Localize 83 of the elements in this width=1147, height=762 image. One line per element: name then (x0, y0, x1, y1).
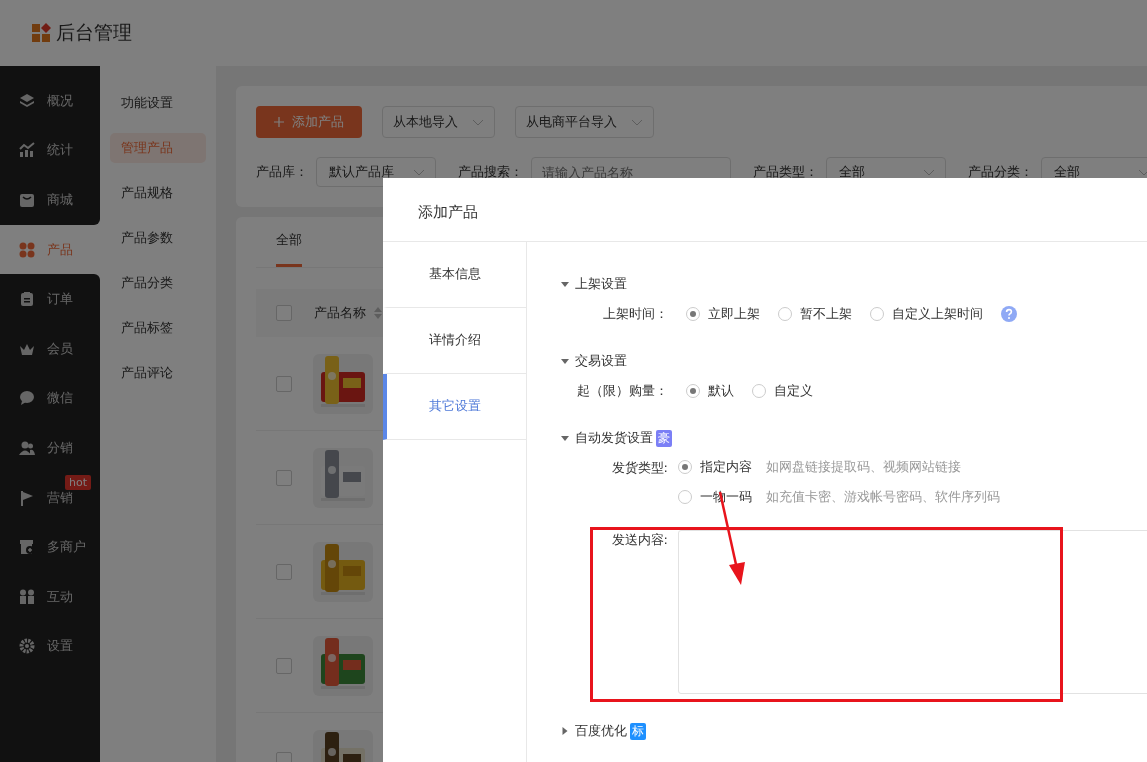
filter-label: 产品搜索： (458, 163, 523, 181)
radio-label: 暂不上架 (800, 305, 852, 323)
add-product-button[interactable]: 添加产品 (256, 106, 362, 138)
sidebar-item[interactable]: 设置 (0, 621, 100, 672)
field-label: 发送内容: (610, 531, 669, 549)
subnav-item[interactable]: 产品标签 (110, 313, 206, 343)
subnav-item[interactable]: 功能设置 (110, 88, 206, 118)
sidebar-item[interactable]: 分销 (0, 423, 100, 473)
chevron-down-icon (472, 118, 484, 126)
logo-icon (32, 23, 52, 43)
row-checkbox[interactable] (276, 375, 292, 392)
sidebar-item[interactable]: 商城 (0, 175, 100, 225)
import-dropdown[interactable]: 从本地导入 (382, 106, 495, 138)
filter-label: 产品类型： (753, 163, 818, 181)
collapse-caret-icon[interactable] (561, 435, 569, 441)
filter-label: 产品分类： (968, 163, 1033, 181)
radio-label: 立即上架 (708, 305, 760, 323)
row-checkbox[interactable] (276, 657, 292, 674)
sidebar-item[interactable]: 互动 (0, 571, 100, 622)
hot-badge: hot (65, 474, 91, 490)
chevron-down-icon (1138, 168, 1147, 176)
radio-option[interactable]: 默认 (686, 382, 734, 400)
tab[interactable]: 全部 (276, 217, 302, 267)
section-title[interactable]: 上架设置 (575, 275, 627, 293)
radio-label: 指定内容 (700, 458, 752, 476)
sidebar-item[interactable]: 概况 (0, 66, 100, 126)
collapse-caret-icon[interactable] (561, 358, 569, 364)
section-title[interactable]: 自动发货设置 (575, 429, 653, 447)
chevron-down-icon (413, 168, 425, 176)
chevron-down-icon (631, 118, 643, 126)
sidebar-item[interactable]: 统计 (0, 125, 100, 176)
expand-caret-icon[interactable] (561, 727, 569, 735)
subnav-item[interactable]: 产品参数 (110, 223, 206, 253)
radio-option[interactable]: 立即上架 (686, 305, 760, 323)
radio-option[interactable]: 自定义上架时间 (870, 305, 983, 323)
app-title: 后台管理 (56, 20, 132, 45)
radio-label: 自定义 (774, 382, 813, 400)
bag-icon (19, 192, 35, 208)
section-title[interactable]: 交易设置 (575, 352, 627, 370)
row-checkbox[interactable] (276, 563, 292, 580)
subnav-item[interactable]: 产品规格 (110, 178, 206, 208)
radio-option[interactable]: 自定义 (752, 382, 813, 400)
field-label: 发货类型: (610, 459, 669, 477)
grid-icon (19, 241, 35, 258)
radio-option[interactable]: 指定内容 (678, 458, 752, 476)
subnav-item[interactable]: 产品分类 (110, 268, 206, 298)
field-label: 上架时间： (602, 305, 669, 323)
sidebar-item[interactable]: 多商户 (0, 522, 100, 572)
sidebar-item[interactable]: hot 营销 (0, 472, 100, 523)
store-icon (19, 539, 35, 556)
dialog-nav-item[interactable]: 基本信息 (383, 242, 526, 308)
clipboard-icon (19, 291, 35, 308)
collapse-caret-icon[interactable] (561, 281, 569, 287)
gear-icon (19, 638, 35, 655)
radio-label: 自定义上架时间 (892, 305, 983, 323)
chevron-down-icon (923, 168, 935, 176)
option-hint: 如网盘链接提取码、视频网站链接 (766, 458, 961, 476)
chat-icon (19, 390, 35, 407)
plus-icon (274, 116, 284, 127)
sidebar-item[interactable]: 会员 (0, 323, 100, 374)
section-title[interactable]: 百度优化 (575, 722, 627, 740)
dialog-nav-item[interactable]: 其它设置 (383, 374, 526, 440)
radio-option[interactable]: 暂不上架 (778, 305, 852, 323)
filter-label: 产品库： (256, 163, 308, 181)
subnav-item[interactable]: 产品评论 (110, 358, 206, 388)
sidebar-item[interactable]: 微信 (0, 373, 100, 424)
flag-icon (19, 489, 35, 506)
field-label: 起（限）购量： (576, 382, 669, 400)
import-dropdown[interactable]: 从电商平台导入 (515, 106, 654, 138)
column-header: 产品名称 (314, 304, 366, 322)
sidebar-item[interactable]: 订单 (0, 274, 100, 324)
dialog-nav-item[interactable]: 详情介绍 (383, 308, 526, 374)
chart-icon (19, 142, 35, 159)
option-hint: 如充值卡密、游戏帐号密码、软件序列码 (766, 488, 1000, 506)
tag-badge: 豪 (656, 429, 672, 447)
layers-icon (19, 92, 35, 109)
row-checkbox[interactable] (276, 469, 292, 486)
content-textarea[interactable] (678, 530, 1147, 694)
select-all-checkbox[interactable] (276, 305, 292, 321)
users-icon (19, 439, 35, 456)
people-icon (19, 588, 35, 605)
tag-badge: 标 (630, 722, 646, 740)
radio-label: 默认 (708, 382, 734, 400)
